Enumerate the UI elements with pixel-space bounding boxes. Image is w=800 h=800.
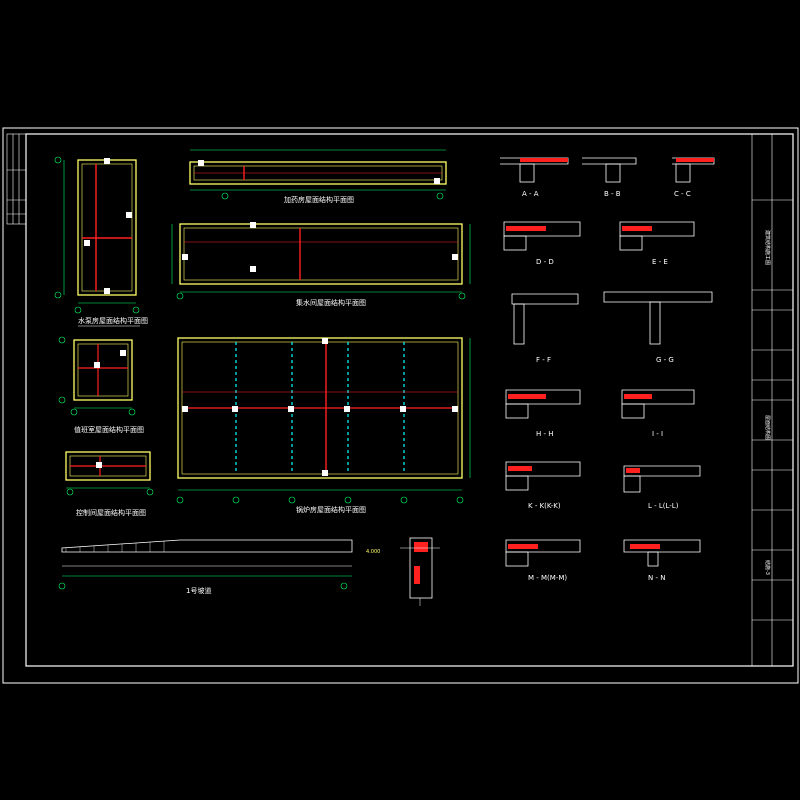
plan-duty-room-title: 值班室屋面结构平面图 (74, 425, 144, 434)
plan-dosing-room-title: 加药房屋面结构平面图 (284, 195, 354, 204)
plan-pump-room (54, 156, 140, 314)
title-block-project: 建筑结构施工图 (764, 230, 771, 265)
plan-pump-room-title: 水泵房屋面结构平面图 (78, 316, 148, 325)
plan-duty-room (58, 336, 136, 416)
plan-boiler-room (176, 337, 471, 504)
plan-sump-room (171, 222, 471, 300)
title-block-sheet: 结施-3 (764, 560, 771, 575)
ramp-elevation-top: 4.000 (366, 549, 380, 555)
plan-control-room (65, 451, 154, 496)
section-label-n: N - N (648, 574, 665, 582)
plan-boiler-room-title: 锅炉房屋面结构平面图 (296, 505, 366, 514)
title-block-drawing: 屋面结构图 (764, 415, 771, 440)
section-label-l: L - L(L-L) (648, 502, 679, 510)
section-label-d: D - D (536, 258, 554, 266)
column-section-detail (400, 537, 440, 606)
ramp-title: 1号坡道 (186, 586, 211, 595)
section-label-f: F - F (536, 356, 551, 364)
revision-strip (6, 133, 27, 225)
section-label-b: B - B (604, 190, 621, 198)
section-label-i: I - I (652, 430, 663, 438)
section-label-a: A - A (522, 190, 539, 198)
section-label-g: G - G (656, 356, 674, 364)
plan-dosing-room (189, 149, 447, 200)
section-label-m: M - M(M-M) (528, 574, 567, 582)
cad-drawing-sheet: 建筑结构施工图 屋面结构图 结施-3 水泵房屋面结构平面图 加药房屋面结构平面图 (2, 127, 799, 684)
plan-control-room-title: 控制间屋面结构平面图 (76, 508, 146, 517)
section-label-c: C - C (674, 190, 691, 198)
section-label-h: H - H (536, 430, 554, 438)
sheet-border (2, 127, 799, 684)
section-label-e: E - E (652, 258, 668, 266)
drawing-frame (25, 133, 794, 667)
section-label-k: K - K(K-K) (528, 502, 561, 510)
title-block (751, 133, 794, 667)
ramp-elevation (58, 539, 353, 590)
plan-sump-room-title: 集水间屋面结构平面图 (296, 298, 366, 307)
